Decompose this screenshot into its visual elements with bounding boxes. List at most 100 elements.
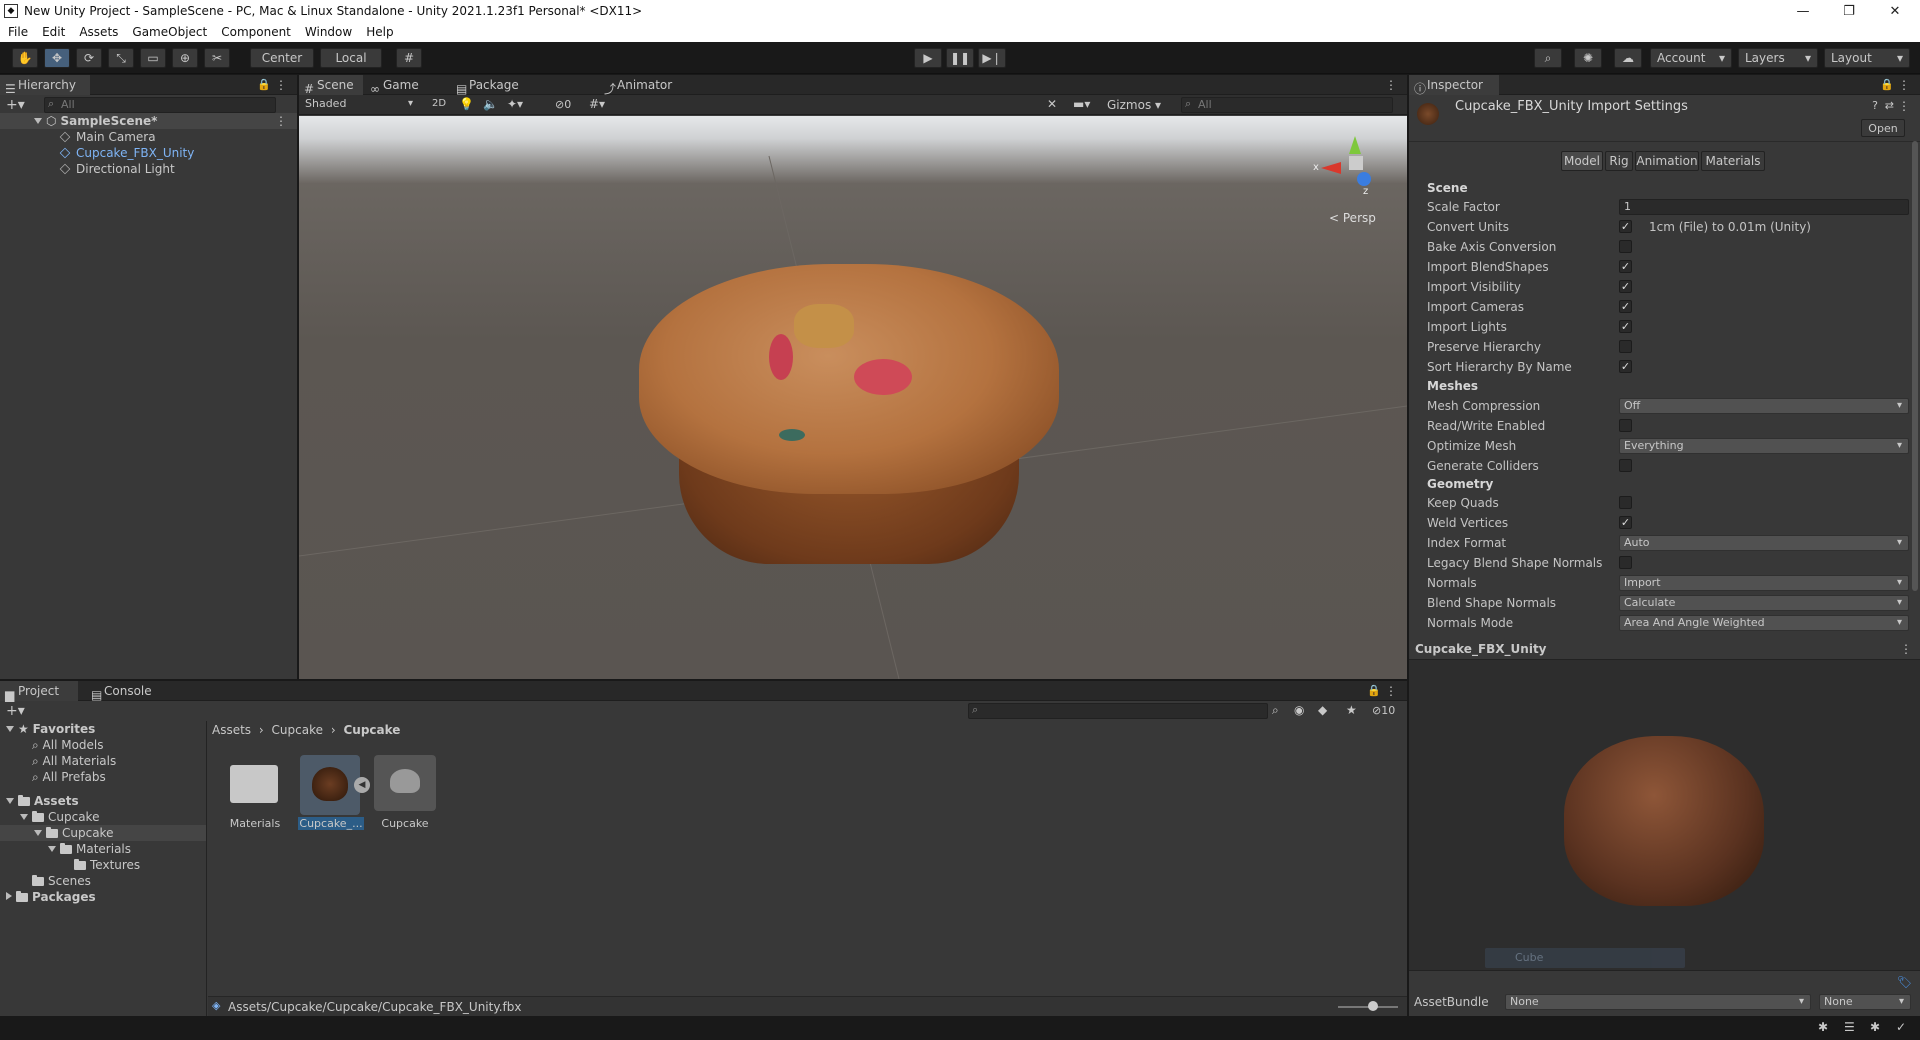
menu-gameobject[interactable]: GameObject <box>132 25 207 39</box>
assetbundle-variant-dropdown[interactable]: None <box>1819 994 1911 1010</box>
minimize-icon[interactable]: — <box>1780 0 1826 22</box>
menu-assets[interactable]: Assets <box>79 25 118 39</box>
close-icon[interactable]: ✕ <box>1872 0 1918 22</box>
filter-type-icon[interactable]: ◉ <box>1294 703 1304 717</box>
asset-item[interactable]: Cupcake <box>372 755 438 845</box>
search-by-type-icon[interactable]: ⌕ <box>1272 703 1279 718</box>
custom-tool-icon[interactable]: ✂ <box>204 48 230 68</box>
grid-icon[interactable]: #▾ <box>589 97 605 111</box>
menu-help[interactable]: Help <box>366 25 393 39</box>
subtab-model[interactable]: Model <box>1561 151 1603 171</box>
breadcrumb-item[interactable]: Assets <box>212 723 251 737</box>
preserve-hierarchy-checkbox[interactable] <box>1619 340 1632 353</box>
import-lights-checkbox[interactable]: ✓ <box>1619 320 1632 333</box>
help-icon[interactable]: ? <box>1872 99 1878 112</box>
tab-project[interactable]: ▆ Project <box>0 681 78 702</box>
audio-icon[interactable]: 🔈 <box>483 97 498 111</box>
menu-edit[interactable]: Edit <box>42 25 65 39</box>
cupcake-model[interactable] <box>639 244 1059 564</box>
lock-icon[interactable]: 🔒 <box>1367 684 1381 697</box>
tree-item[interactable]: Cupcake <box>20 809 99 825</box>
effects-icon[interactable]: ✦▾ <box>507 97 523 111</box>
tab-scene[interactable]: # Scene <box>299 75 363 96</box>
tree-item[interactable]: Textures <box>74 857 140 873</box>
favorite-item[interactable]: ⌕ All Models <box>32 737 104 753</box>
tab-hierarchy[interactable]: ☰ Hierarchy <box>0 75 90 96</box>
packages-root[interactable]: Packages <box>6 889 96 905</box>
maximize-icon[interactable]: ❐ <box>1826 0 1872 22</box>
rotate-tool-icon[interactable]: ⟳ <box>76 48 102 68</box>
asset-item-selected[interactable]: ◀ Cupcake_... <box>298 755 370 845</box>
read-write-checkbox[interactable] <box>1619 419 1632 432</box>
kebab-menu-icon[interactable]: ⋮ <box>1898 78 1910 92</box>
step-button[interactable]: ▶❘ <box>978 48 1006 68</box>
inspector-scrollbar[interactable] <box>1912 141 1918 591</box>
menu-component[interactable]: Component <box>221 25 291 39</box>
subtab-animation[interactable]: Animation <box>1635 151 1699 171</box>
pivot-center-button[interactable]: Center <box>250 48 314 68</box>
convert-units-checkbox[interactable]: ✓ <box>1619 220 1632 233</box>
camera-icon[interactable]: ▬▾ <box>1073 97 1090 111</box>
layout-dropdown[interactable]: Layout ▾ <box>1824 48 1910 68</box>
tab-game[interactable]: ∞ Game <box>365 75 429 96</box>
tree-item[interactable]: Materials <box>48 841 131 857</box>
favorite-item[interactable]: ⌕ All Materials <box>32 753 116 769</box>
hierarchy-search-input[interactable]: All <box>44 97 276 113</box>
tab-package-manager[interactable]: ▤Package Manager <box>451 75 577 112</box>
cloud-icon[interactable]: ☁ <box>1614 48 1642 68</box>
persp-label[interactable]: < Persp <box>1329 211 1376 225</box>
add-icon[interactable]: +▾ <box>6 97 25 113</box>
open-button[interactable]: Open <box>1861 119 1905 137</box>
optimize-mesh-dropdown[interactable]: Everything <box>1619 438 1909 454</box>
progress-icon[interactable]: ✓ <box>1896 1020 1906 1034</box>
scene-viewport[interactable]: x z < Persp <box>299 116 1407 679</box>
asset-item[interactable]: Materials <box>222 755 288 845</box>
hidden-objects-icon[interactable]: ⊘0 <box>555 98 571 111</box>
debug-icon[interactable]: ✱ <box>1818 1020 1828 1034</box>
add-icon[interactable]: +▾ <box>6 703 25 719</box>
sort-hierarchy-checkbox[interactable]: ✓ <box>1619 360 1632 373</box>
kebab-menu-icon[interactable]: ⋮ <box>1385 78 1397 92</box>
blend-normals-dropdown[interactable]: Calculate <box>1619 595 1909 611</box>
mesh-compression-dropdown[interactable]: Off <box>1619 398 1909 414</box>
import-cameras-checkbox[interactable]: ✓ <box>1619 300 1632 313</box>
hierarchy-item[interactable]: Main Camera <box>59 129 156 145</box>
tab-inspector[interactable]: ⓘ Inspector <box>1409 75 1499 96</box>
kebab-menu-icon[interactable]: ⋮ <box>1385 684 1397 698</box>
preview-model[interactable] <box>1564 736 1764 906</box>
layers-dropdown[interactable]: Layers ▾ <box>1738 48 1818 68</box>
tag-icon[interactable]: 🏷 <box>1897 975 1912 989</box>
scene-search-input[interactable]: All <box>1181 97 1393 113</box>
tab-console[interactable]: ▤ Console <box>86 681 164 702</box>
grid-snap-icon[interactable]: # <box>396 48 422 68</box>
expand-arrow-icon[interactable]: ◀ <box>354 777 370 793</box>
weld-vertices-checkbox[interactable]: ✓ <box>1619 516 1632 529</box>
search-icon[interactable]: ⌕ <box>1534 48 1562 68</box>
generate-colliders-checkbox[interactable] <box>1619 459 1632 472</box>
breadcrumb-item[interactable]: Cupcake <box>343 723 400 737</box>
scale-tool-icon[interactable]: ⤡ <box>108 48 134 68</box>
2d-toggle[interactable]: 2D <box>427 98 451 109</box>
legacy-blend-checkbox[interactable] <box>1619 556 1632 569</box>
transform-tool-icon[interactable]: ⊕ <box>172 48 198 68</box>
bug-icon[interactable]: ✱ <box>1870 1020 1880 1034</box>
icon-size-slider-handle[interactable] <box>1368 1001 1378 1011</box>
favorite-star-icon[interactable]: ★ <box>1346 703 1357 717</box>
subtab-rig[interactable]: Rig <box>1605 151 1633 171</box>
favorite-item[interactable]: ⌕ All Prefabs <box>32 769 106 785</box>
import-visibility-checkbox[interactable]: ✓ <box>1619 280 1632 293</box>
pause-button[interactable]: ❚❚ <box>946 48 974 68</box>
tab-animator[interactable]: ⤴ Animator <box>599 75 679 96</box>
normals-dropdown[interactable]: Import <box>1619 575 1909 591</box>
bake-axis-checkbox[interactable] <box>1619 240 1632 253</box>
kebab-menu-icon[interactable]: ⋮ <box>275 78 287 92</box>
label-icon[interactable]: ◆ <box>1318 703 1327 717</box>
move-tool-icon[interactable]: ✥ <box>44 48 70 68</box>
normals-mode-dropdown[interactable]: Area And Angle Weighted <box>1619 615 1909 631</box>
hierarchy-item[interactable]: Cupcake_FBX_Unity <box>59 145 194 161</box>
favorites-header[interactable]: ★ Favorites <box>6 721 95 737</box>
scale-factor-input[interactable]: 1 <box>1619 199 1909 215</box>
project-search-input[interactable] <box>968 703 1268 719</box>
hand-tool-icon[interactable]: ✋ <box>12 48 38 68</box>
lighting-icon[interactable]: 💡 <box>459 97 474 111</box>
